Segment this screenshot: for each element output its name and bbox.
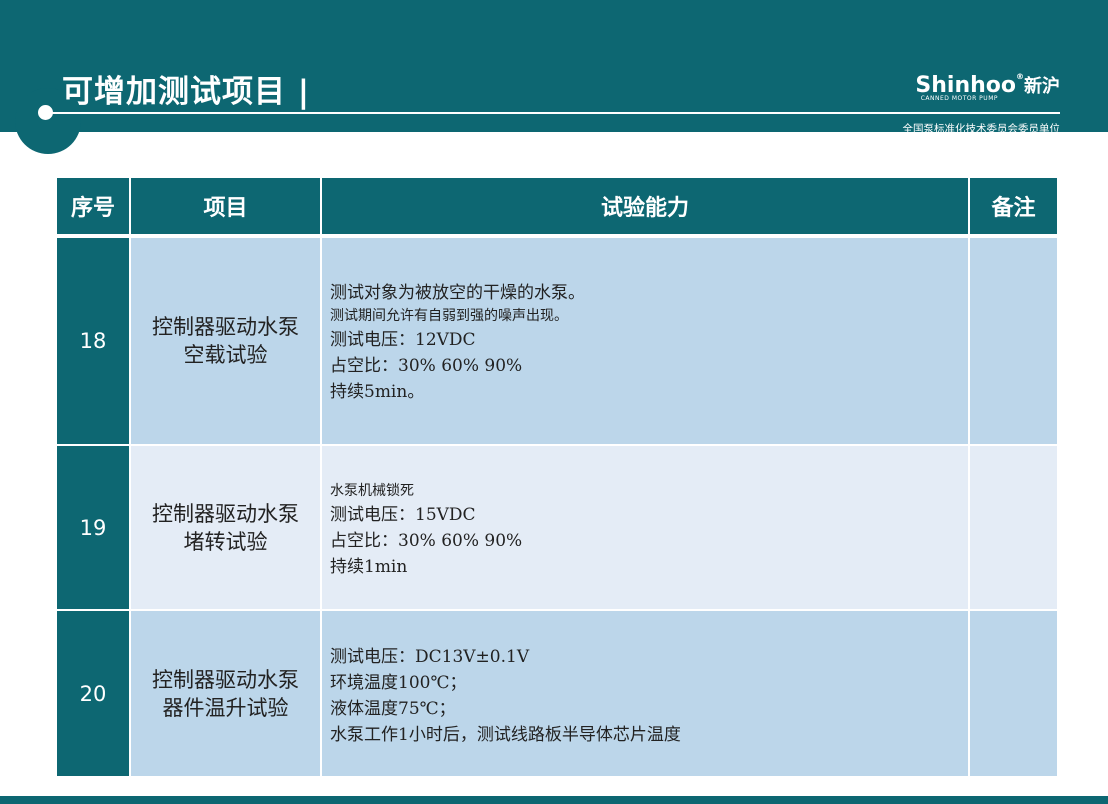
row-remark: [970, 446, 1057, 609]
row-item-line: 空载试验: [183, 343, 268, 367]
row-capability: 测试对象为被放空的干燥的水泵。 测试期间允许有自弱到强的噪声出现。 测试电压：1…: [322, 238, 968, 444]
row-item: 控制器驱动水泵 空载试验: [131, 238, 320, 444]
brand-subtitle: CANNED MOTOR PUMP: [920, 95, 998, 102]
row-number: 18: [57, 238, 129, 444]
capability-line: 测试对象为被放空的干燥的水泵。: [330, 283, 585, 303]
capability-line: 液体温度75℃；: [330, 698, 456, 719]
row-item: 控制器驱动水泵 堵转试验: [131, 446, 320, 609]
capability-line: 水泵工作1小时后，测试线路板半导体芯片温度: [330, 724, 681, 745]
row-item-line: 器件温升试验: [162, 695, 289, 720]
header-divider: [50, 112, 1060, 114]
row-remark: [970, 611, 1057, 776]
row-item-line: 堵转试验: [183, 529, 268, 554]
row-item-line: 控制器驱动水泵: [152, 501, 299, 526]
header-dot: [38, 105, 53, 120]
capability-line: 测试电压：15VDC: [330, 504, 476, 525]
capability-line: 环境温度100℃；: [330, 672, 467, 693]
page-title: 可增加测试项目 |: [62, 74, 311, 110]
row-capability: 测试电压：DC13V±0.1V 环境温度100℃； 液体温度75℃； 水泵工作1…: [322, 611, 968, 776]
brand-logo: Shinhoo®新沪 CANNED MOTOR PUMP: [915, 72, 1060, 102]
row-remark: [970, 238, 1057, 444]
capability-line: 持续5min。: [330, 382, 425, 402]
row-item-line: 控制器驱动水泵: [152, 667, 299, 692]
row-item: 控制器驱动水泵 器件温升试验: [131, 611, 320, 776]
capability-line: 占空比：30% 60% 90%: [330, 530, 523, 551]
capability-line: 占空比：30% 60% 90%: [330, 356, 523, 376]
header-no: 序号: [57, 178, 129, 234]
brand-registered-mark: ®: [1016, 72, 1024, 81]
header-capability: 试验能力: [322, 178, 968, 234]
row-number: 19: [57, 446, 129, 609]
capability-line: 测试电压：12VDC: [330, 330, 476, 350]
capability-line: 水泵机械锁死: [330, 482, 414, 499]
header-item: 项目: [131, 178, 320, 234]
capability-line: 持续1min: [330, 556, 408, 577]
capability-line: 测试期间允许有自弱到强的噪声出现。: [330, 308, 568, 324]
bottom-bar: [0, 796, 1108, 804]
capability-line: 测试电压：DC13V±0.1V: [330, 646, 530, 667]
row-number: 20: [57, 611, 129, 776]
brand-chinese-name: 新沪: [1024, 76, 1060, 97]
header-remark: 备注: [970, 178, 1057, 234]
row-capability: 水泵机械锁死 测试电压：15VDC 占空比：30% 60% 90% 持续1min: [322, 446, 968, 609]
row-item-line: 控制器驱动水泵: [152, 315, 299, 339]
brand-unit-text: 全国泵标准化技术委员会委员单位: [902, 123, 1061, 135]
